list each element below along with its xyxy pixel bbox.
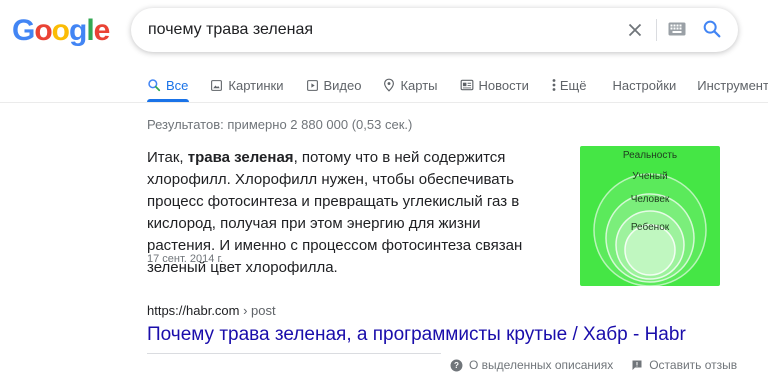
tab-label: Ещё xyxy=(559,77,587,93)
diagram-label: Человек xyxy=(631,194,670,205)
logo-letter: o xyxy=(51,14,70,47)
search-divider xyxy=(656,19,657,41)
logo-letter: l xyxy=(86,14,94,47)
tab-tools[interactable]: Инструменты xyxy=(697,74,768,96)
featured-snippet-image[interactable]: Реальность Ученый Человек Ребенок xyxy=(580,146,720,286)
tab-label: Настройки xyxy=(612,77,677,93)
more-vert-icon xyxy=(552,79,556,91)
about-featured-snippets-link[interactable]: ? О выделенных описаниях xyxy=(450,358,613,372)
tab-news[interactable]: Новости xyxy=(460,74,529,96)
tab-images[interactable]: Картинки xyxy=(210,74,284,96)
logo-letter: G xyxy=(12,14,35,47)
tab-maps[interactable]: Карты xyxy=(383,74,438,96)
feedback-label: Оставить отзыв xyxy=(649,358,738,372)
tab-label: Картинки xyxy=(228,77,284,93)
header-divider xyxy=(0,102,768,103)
image-icon xyxy=(211,79,223,91)
result-stats: Результатов: примерно 2 880 000 (0,53 се… xyxy=(147,117,413,132)
snippet-prefix: Итак, xyxy=(147,149,188,166)
feedback-link[interactable]: Оставить отзыв xyxy=(631,358,737,372)
result-title-link[interactable]: Почему трава зеленая, а программисты кру… xyxy=(147,324,686,346)
logo-letter: o xyxy=(34,14,52,47)
tab-label: Инструменты xyxy=(697,77,768,93)
tab-label: Новости xyxy=(478,77,529,93)
about-label: О выделенных описаниях xyxy=(469,358,614,372)
diagram-label: Ученый xyxy=(632,171,667,182)
tab-settings[interactable]: Настройки xyxy=(612,74,676,96)
news-icon xyxy=(460,79,473,91)
snippet-footer: ? О выделенных описаниях Оставить отзыв xyxy=(450,358,737,372)
search-icon[interactable] xyxy=(701,18,723,40)
diagram-label: Реальность xyxy=(623,150,677,161)
result-url: https://habr.com › post xyxy=(147,303,276,318)
tab-label: Карты xyxy=(400,77,438,93)
google-logo[interactable]: Google xyxy=(12,14,111,48)
search-input[interactable] xyxy=(148,18,598,42)
result-path: › post xyxy=(239,303,276,318)
snippet-highlight: трава зеленая xyxy=(187,149,294,166)
result-domain: https://habr.com xyxy=(147,303,240,318)
tab-more[interactable]: Ещё xyxy=(551,74,587,96)
logo-letter: g xyxy=(69,14,87,47)
search-icon xyxy=(148,79,161,92)
footer-divider xyxy=(147,353,441,354)
nested-circles-diagram: Реальность Ученый Человек Ребенок xyxy=(593,150,707,286)
video-icon xyxy=(306,79,318,91)
svg-text:?: ? xyxy=(454,361,459,370)
tab-all[interactable]: Все xyxy=(147,74,188,96)
tab-video[interactable]: Видео xyxy=(306,74,362,96)
logo-letter: e xyxy=(93,14,111,47)
snippet-date: 17 сент. 2014 г. xyxy=(147,253,224,265)
tab-label: Все xyxy=(166,77,189,93)
help-icon: ? xyxy=(450,359,463,371)
map-pin-icon xyxy=(384,78,395,92)
clear-icon[interactable] xyxy=(624,19,646,41)
search-box xyxy=(131,8,738,52)
keyboard-icon[interactable] xyxy=(668,22,686,36)
diagram-label: Ребенок xyxy=(631,221,670,233)
feedback-icon xyxy=(632,360,642,370)
tab-label: Видео xyxy=(323,77,362,93)
search-tabs: Все Картинки Видео Карты Новости Ещё Нас… xyxy=(147,74,768,96)
